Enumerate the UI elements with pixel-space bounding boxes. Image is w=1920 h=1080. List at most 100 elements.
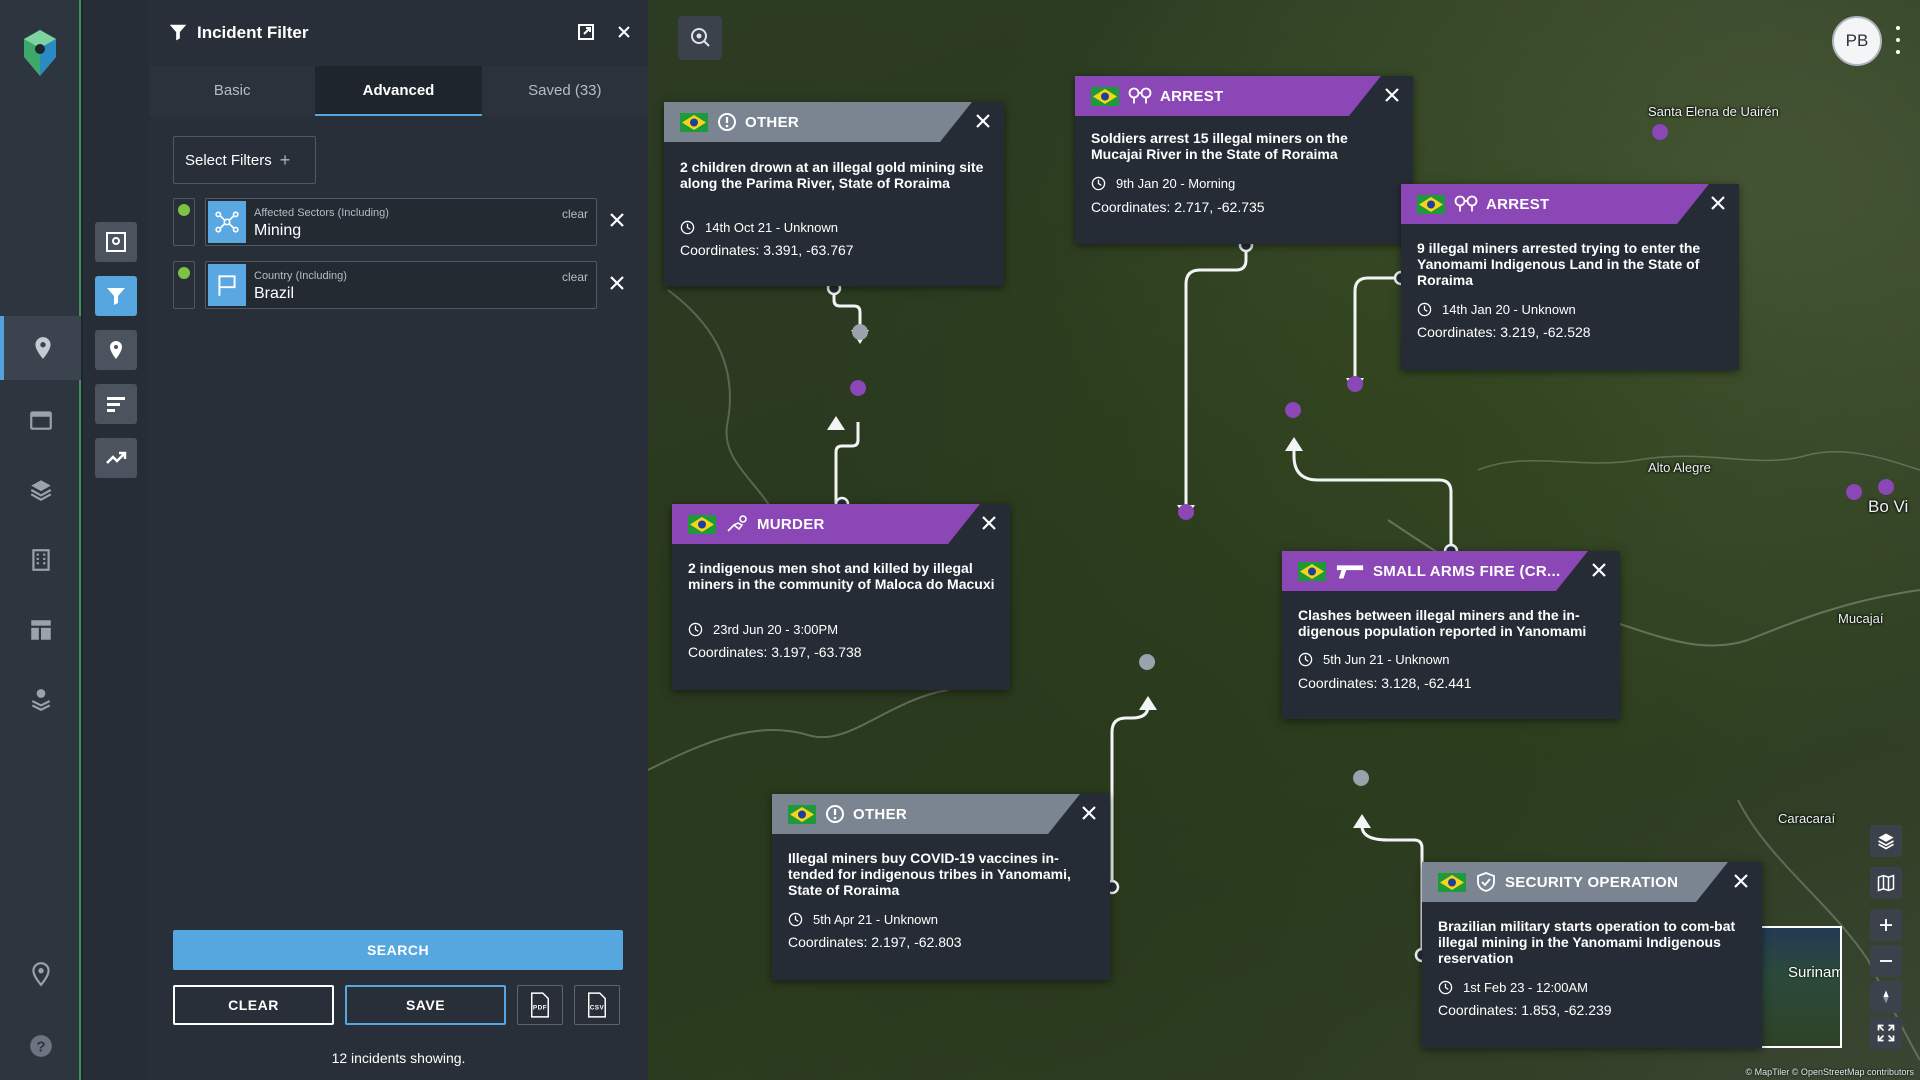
incident-description: Clashes between illegal miners and the i… xyxy=(1298,607,1587,639)
incident-coordinates: Coordinates: 3.197, -63.738 xyxy=(688,644,862,660)
place-label: Caracaraí xyxy=(1778,811,1836,826)
filter-chip[interactable]: Country (Including) Brazil clear xyxy=(205,261,597,309)
filter-label: Affected Sectors (Including) xyxy=(254,207,389,219)
avatar[interactable]: PB xyxy=(1832,16,1882,66)
nav-location-history[interactable] xyxy=(0,942,81,1006)
incident-category: ARREST xyxy=(1160,87,1224,105)
incident-map[interactable]: Santa Elena de Uairén Alto Alegre Mucaja… xyxy=(648,0,1920,1080)
clock-icon xyxy=(688,622,703,637)
nav-help[interactable]: ? xyxy=(0,1014,81,1078)
close-icon[interactable] xyxy=(980,514,998,532)
tool-incident-filter[interactable] xyxy=(95,276,137,316)
tab-saved[interactable]: Saved (33) xyxy=(482,66,648,116)
incident-description: Illegal miners buy COVID-19 vaccines in-… xyxy=(788,850,1071,898)
incident-popup[interactable]: OTHER 2 children drown at an illegal gol… xyxy=(664,102,1004,286)
filter-row-sectors: Affected Sectors (Including) Mining clea… xyxy=(173,198,633,246)
incident-popup[interactable]: SMALL ARMS FIRE (CR... Clashes between i… xyxy=(1282,551,1620,719)
tool-location[interactable] xyxy=(95,330,137,370)
incident-popup[interactable]: OTHER Illegal miners buy COVID-19 vaccin… xyxy=(772,794,1110,980)
export-csv-button[interactable]: CSV xyxy=(574,985,620,1025)
close-icon[interactable] xyxy=(1709,194,1727,212)
handcuffs-icon xyxy=(1128,86,1152,106)
fullscreen-icon xyxy=(1877,1024,1895,1042)
map-search-button[interactable] xyxy=(678,16,722,60)
expand-icon[interactable] xyxy=(576,22,596,42)
tab-basic[interactable]: Basic xyxy=(149,66,315,116)
incident-popup[interactable]: ARREST Soldiers arrest 15 illegal miners… xyxy=(1075,76,1413,244)
brazil-flag-icon xyxy=(1438,873,1466,892)
incident-popup[interactable]: MURDER 2 indigenous men shot and killed … xyxy=(672,504,1010,690)
more-menu-icon[interactable] xyxy=(1894,26,1902,54)
zoom-in-button[interactable] xyxy=(1870,909,1902,941)
export-pdf-button[interactable]: PDF xyxy=(517,985,563,1025)
incident-coordinates: Coordinates: 3.128, -62.441 xyxy=(1298,675,1472,691)
filter-clear-link[interactable]: clear xyxy=(562,270,588,284)
map-style-button[interactable] xyxy=(1870,867,1902,899)
incident-category-header: ARREST xyxy=(1401,184,1709,224)
incident-date: 14th Oct 21 - Unknown xyxy=(705,220,838,235)
map-location-icon xyxy=(106,232,126,252)
filter-chip[interactable]: Affected Sectors (Including) Mining clea… xyxy=(205,198,597,246)
tab-advanced[interactable]: Advanced xyxy=(315,66,482,116)
incident-category-header: MURDER xyxy=(672,504,980,544)
tool-sort[interactable] xyxy=(95,384,137,424)
incident-popup[interactable]: ARREST 9 illegal miners arrested trying … xyxy=(1401,184,1739,370)
layers-button[interactable] xyxy=(1870,825,1902,857)
nav-layers[interactable] xyxy=(0,458,81,522)
filter-toggle[interactable] xyxy=(173,198,195,246)
nav-dashboard[interactable] xyxy=(0,598,81,662)
save-button[interactable]: SAVE xyxy=(345,985,506,1025)
close-icon[interactable] xyxy=(614,22,634,42)
tool-map-search[interactable] xyxy=(95,222,137,262)
search-button[interactable]: SEARCH xyxy=(173,930,623,970)
incident-date-row: 5th Jun 21 - Unknown xyxy=(1298,652,1449,667)
tool-column xyxy=(83,0,149,1080)
incident-date-row: 9th Jan 20 - Morning xyxy=(1091,176,1235,191)
compass-button[interactable] xyxy=(1870,981,1902,1013)
remove-filter-icon[interactable] xyxy=(607,210,627,230)
alert-circle-icon xyxy=(825,804,845,824)
map-pin-icon xyxy=(34,337,51,359)
incident-category: MURDER xyxy=(757,515,825,533)
clock-icon xyxy=(680,220,695,235)
filter-value: Brazil xyxy=(254,285,295,302)
clear-button[interactable]: CLEAR xyxy=(173,985,334,1025)
compass-icon xyxy=(1883,990,1889,1004)
svg-text:PDF: PDF xyxy=(533,1005,547,1012)
clock-icon xyxy=(788,912,803,927)
csv-file-icon: CSV xyxy=(588,992,606,1018)
close-icon[interactable] xyxy=(1590,561,1608,579)
close-icon[interactable] xyxy=(1080,804,1098,822)
app-logo-icon[interactable] xyxy=(20,28,60,78)
incident-popup[interactable]: SECURITY OPERATION Brazilian military st… xyxy=(1422,862,1762,1048)
close-icon[interactable] xyxy=(1383,86,1401,104)
incident-category: OTHER xyxy=(853,805,907,823)
filter-label: Country (Including) xyxy=(254,270,347,282)
incident-date-row: 5th Apr 21 - Unknown xyxy=(788,912,938,927)
incident-date: 5th Jun 21 - Unknown xyxy=(1323,652,1450,667)
remove-filter-icon[interactable] xyxy=(607,273,627,293)
fullscreen-button[interactable] xyxy=(1870,1017,1902,1049)
incident-date: 5th Apr 21 - Unknown xyxy=(813,912,939,927)
incidents-count: 12 incidents showing. xyxy=(331,1050,466,1066)
tool-trends[interactable] xyxy=(95,438,137,478)
building-icon xyxy=(31,549,50,571)
close-icon[interactable] xyxy=(974,112,992,130)
nav-buildings[interactable] xyxy=(0,528,81,592)
nav-incidents-map[interactable] xyxy=(0,316,81,380)
select-filters-button[interactable]: Select Filters + xyxy=(173,136,316,184)
filter-toggle[interactable] xyxy=(173,261,195,309)
filter-clear-link[interactable]: clear xyxy=(562,207,588,221)
brazil-flag-icon xyxy=(1091,87,1119,106)
close-icon[interactable] xyxy=(1732,872,1750,890)
incident-description: 2 indigenous men shot and killed by ille… xyxy=(688,560,995,592)
nav-stacked-locations[interactable] xyxy=(0,668,81,732)
map-icon xyxy=(1877,874,1895,892)
place-label: Mucajaí xyxy=(1838,611,1884,626)
incident-date: 1st Feb 23 - 12:00AM xyxy=(1463,980,1589,995)
incident-category-header: SMALL ARMS FIRE (CR... xyxy=(1282,551,1588,591)
overview-minimap[interactable]: Surinam xyxy=(1760,926,1842,1048)
location-outline-icon xyxy=(31,962,50,987)
nav-calendar[interactable] xyxy=(0,388,81,452)
zoom-out-button[interactable] xyxy=(1870,945,1902,977)
